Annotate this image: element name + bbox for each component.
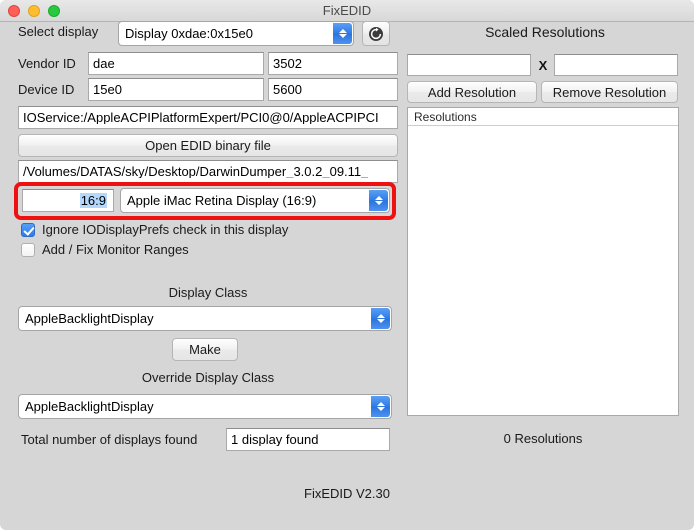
display-class-popup[interactable]: AppleBacklightDisplay [18, 306, 392, 331]
select-display-value: Display 0xdae:0x15e0 [125, 26, 253, 41]
device-id-alt-value: 5600 [273, 83, 302, 96]
vendor-id-alt-value: 3502 [273, 57, 302, 70]
vendor-id-value: dae [93, 57, 115, 70]
refresh-icon [369, 26, 383, 41]
chevron-updown-icon[interactable] [371, 308, 390, 329]
resolutions-listbox[interactable]: Resolutions [407, 107, 679, 416]
checkbox-checked-icon[interactable] [21, 222, 35, 237]
vendor-id-alt-field[interactable]: 3502 [268, 52, 398, 75]
x-separator-label: X [538, 58, 548, 73]
display-class-value: AppleBacklightDisplay [25, 311, 154, 326]
resolutions-list-body[interactable] [408, 126, 678, 415]
device-id-label: Device ID [18, 82, 75, 97]
make-button-label: Make [189, 342, 221, 357]
override-display-class-popup[interactable]: AppleBacklightDisplay [18, 394, 392, 419]
override-display-class-label: Override Display Class [141, 370, 275, 385]
aspect-ratio-value: 16:9 [79, 193, 107, 208]
fixedid-window: FixEDID Select display Display 0xdae:0x1… [0, 0, 694, 530]
device-id-value: 15e0 [93, 83, 122, 96]
add-fix-monitor-ranges-label: Add / Fix Monitor Ranges [42, 242, 189, 257]
ioservice-path-value: IOService:/AppleACPIPlatformExpert/PCI0@… [23, 111, 379, 124]
chevron-updown-icon[interactable] [333, 23, 352, 44]
ignore-iodisplayprefs-checkbox-row[interactable]: Ignore IODisplayPrefs check in this disp… [21, 222, 288, 237]
total-displays-field[interactable]: 1 display found [226, 428, 390, 451]
select-display-label: Select display [18, 24, 99, 39]
override-display-class-value: AppleBacklightDisplay [25, 399, 154, 414]
select-display-popup[interactable]: Display 0xdae:0x15e0 [118, 21, 354, 46]
display-class-label: Display Class [168, 285, 248, 300]
vendor-id-field[interactable]: dae [88, 52, 264, 75]
edid-file-path-field[interactable]: /Volumes/DATAS/sky/Desktop/DarwinDumper_… [18, 160, 398, 183]
aspect-ratio-field[interactable]: 16:9 [22, 189, 114, 212]
resolution-count-label: 0 Resolutions [503, 431, 583, 446]
open-edid-binary-button[interactable]: Open EDID binary file [18, 134, 398, 157]
add-resolution-label: Add Resolution [427, 84, 517, 100]
device-id-alt-field[interactable]: 5600 [268, 78, 398, 101]
make-button[interactable]: Make [172, 338, 238, 361]
remove-resolution-label: Remove Resolution [552, 84, 667, 100]
edid-file-path-value: /Volumes/DATAS/sky/Desktop/DarwinDumper_… [23, 165, 369, 178]
ignore-iodisplayprefs-label: Ignore IODisplayPrefs check in this disp… [42, 222, 289, 237]
display-model-popup[interactable]: Apple iMac Retina Display (16:9) [120, 188, 390, 213]
ioservice-path-field[interactable]: IOService:/AppleACPIPlatformExpert/PCI0@… [18, 106, 398, 129]
resolution-width-input[interactable] [407, 54, 531, 76]
add-fix-monitor-ranges-checkbox-row[interactable]: Add / Fix Monitor Ranges [21, 242, 189, 257]
vendor-id-label: Vendor ID [18, 56, 76, 71]
total-displays-value: 1 display found [231, 433, 319, 446]
resolutions-list-header: Resolutions [408, 108, 678, 126]
open-edid-binary-label: Open EDID binary file [145, 138, 271, 153]
app-version-label: FixEDID V2.30 [304, 486, 390, 501]
remove-resolution-button[interactable]: Remove Resolution [541, 81, 678, 103]
window-titlebar: FixEDID [0, 0, 694, 22]
add-resolution-button[interactable]: Add Resolution [407, 81, 537, 103]
resolution-height-input[interactable] [554, 54, 678, 76]
refresh-button[interactable] [362, 21, 390, 46]
display-model-value: Apple iMac Retina Display (16:9) [127, 193, 317, 208]
device-id-field[interactable]: 15e0 [88, 78, 264, 101]
scaled-resolutions-title: Scaled Resolutions [485, 24, 605, 40]
total-displays-label: Total number of displays found [21, 432, 198, 447]
chevron-updown-icon[interactable] [369, 190, 388, 211]
checkbox-unchecked-icon[interactable] [21, 242, 35, 257]
chevron-updown-icon[interactable] [371, 396, 390, 417]
window-title: FixEDID [322, 3, 372, 18]
